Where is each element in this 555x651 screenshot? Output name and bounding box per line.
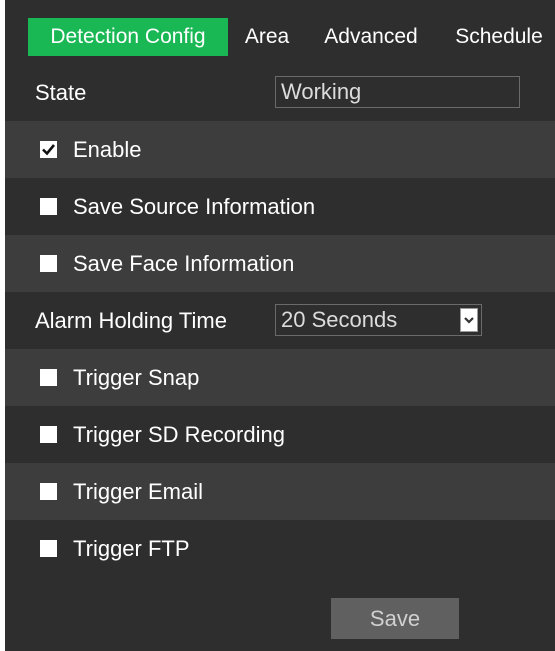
save-face-label: Save Face Information	[73, 250, 295, 276]
tab-schedule[interactable]: Schedule	[445, 18, 553, 56]
state-field: Working	[275, 76, 520, 108]
trigger-sd-recording-label: Trigger SD Recording	[73, 421, 285, 447]
trigger-ftp-checkbox[interactable]: Trigger FTP	[40, 520, 190, 577]
tab-bar: Detection Config Area Advanced Schedule	[5, 0, 555, 62]
trigger-snap-label: Trigger Snap	[73, 364, 200, 390]
enable-label: Enable	[73, 136, 142, 162]
state-row: State Working	[5, 64, 555, 121]
trigger-email-label: Trigger Email	[73, 478, 203, 504]
tab-area[interactable]: Area	[236, 18, 298, 56]
trigger-snap-checkbox[interactable]: Trigger Snap	[40, 349, 199, 406]
checkbox-unchecked-icon	[40, 426, 57, 443]
trigger-sd-recording-checkbox[interactable]: Trigger SD Recording	[40, 406, 285, 463]
enable-row: Enable	[5, 121, 555, 178]
checkbox-checked-icon	[40, 141, 57, 158]
save-source-row: Save Source Information	[5, 178, 555, 235]
chevron-down-icon[interactable]	[460, 308, 478, 332]
save-button[interactable]: Save	[331, 598, 459, 639]
trigger-email-row: Trigger Email	[5, 463, 555, 520]
checkmark-icon	[42, 144, 56, 156]
alarm-holding-label: Alarm Holding Time	[35, 308, 227, 333]
alarm-holding-select[interactable]: 20 Seconds	[275, 304, 482, 336]
trigger-ftp-row: Trigger FTP	[5, 520, 555, 577]
tab-detection-config[interactable]: Detection Config	[28, 18, 228, 56]
save-face-row: Save Face Information	[5, 235, 555, 292]
checkbox-unchecked-icon	[40, 198, 57, 215]
detection-config-panel: Detection Config Area Advanced Schedule …	[5, 0, 555, 651]
alarm-holding-row: Alarm Holding Time 20 Seconds	[5, 292, 555, 349]
checkbox-unchecked-icon	[40, 483, 57, 500]
checkbox-unchecked-icon	[40, 369, 57, 386]
state-label: State	[35, 80, 87, 105]
alarm-holding-value: 20 Seconds	[281, 307, 398, 332]
trigger-snap-row: Trigger Snap	[5, 349, 555, 406]
enable-checkbox[interactable]: Enable	[40, 121, 142, 178]
trigger-sd-recording-row: Trigger SD Recording	[5, 406, 555, 463]
checkbox-unchecked-icon	[40, 255, 57, 272]
trigger-ftp-label: Trigger FTP	[73, 535, 190, 561]
tab-advanced[interactable]: Advanced	[314, 18, 428, 56]
checkbox-unchecked-icon	[40, 540, 57, 557]
save-face-checkbox[interactable]: Save Face Information	[40, 235, 294, 292]
save-source-label: Save Source Information	[73, 193, 316, 219]
trigger-email-checkbox[interactable]: Trigger Email	[40, 463, 203, 520]
save-source-checkbox[interactable]: Save Source Information	[40, 178, 315, 235]
